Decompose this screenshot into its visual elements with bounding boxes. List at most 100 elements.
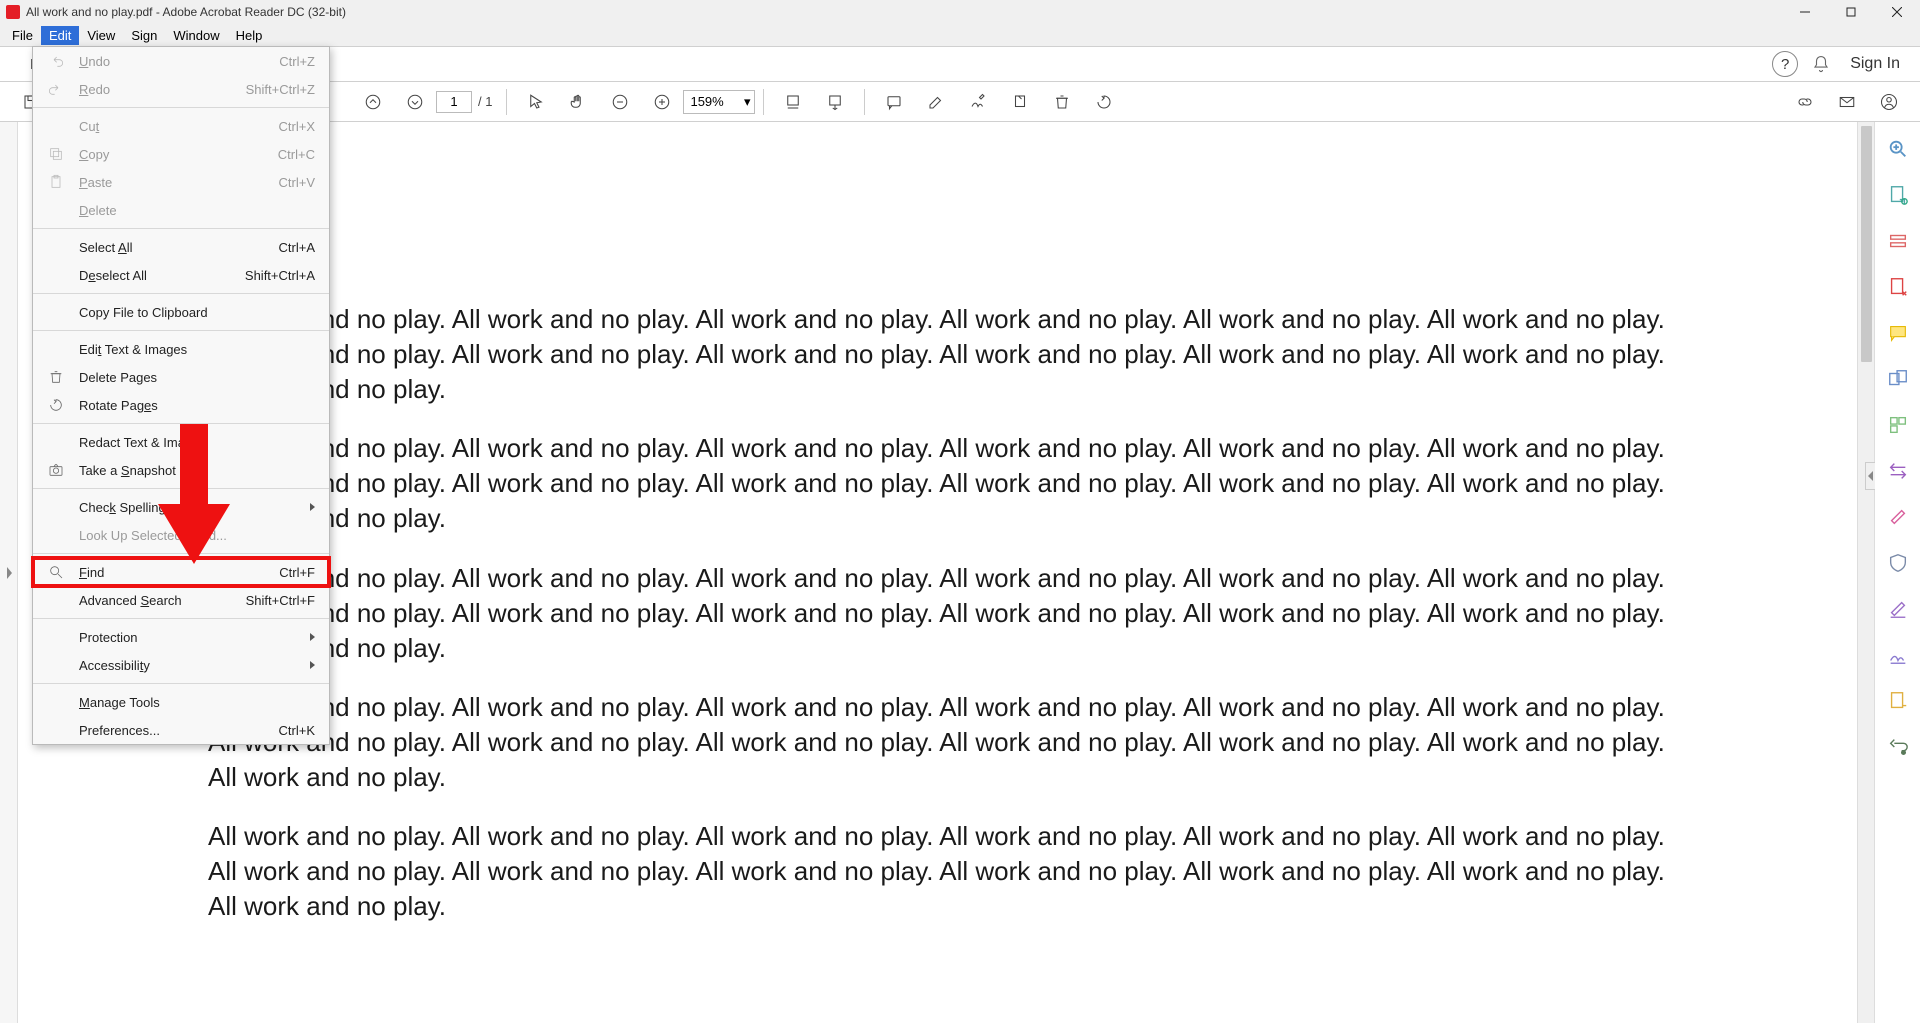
menu-item-shortcut: Ctrl+A — [279, 240, 315, 255]
fit-width-button[interactable] — [776, 85, 810, 119]
window-controls — [1782, 0, 1920, 24]
menu-item-advanced-search[interactable]: Advanced SearchShift+Ctrl+F — [33, 586, 329, 614]
delete-button[interactable] — [1045, 85, 1079, 119]
menu-item-check-spelling[interactable]: Check Spelling — [33, 493, 329, 521]
create-pdf-icon[interactable] — [1887, 276, 1909, 298]
menu-item-label: Redo — [79, 82, 110, 97]
menu-item-label: Delete — [79, 203, 117, 218]
menu-separator — [33, 107, 329, 108]
stamp-button[interactable] — [1003, 85, 1037, 119]
search-tool-icon[interactable] — [1887, 138, 1909, 160]
edit-pdf-icon[interactable] — [1887, 230, 1909, 252]
help-icon[interactable]: ? — [1772, 51, 1798, 77]
separator — [506, 89, 507, 115]
paste-icon — [47, 173, 65, 191]
menu-item-label: Paste — [79, 175, 112, 190]
menu-item-shortcut: Ctrl+F — [279, 565, 315, 580]
sign-button[interactable] — [961, 85, 995, 119]
send-for-signature-icon[interactable] — [1887, 644, 1909, 666]
menu-separator — [33, 330, 329, 331]
link-button[interactable] — [1788, 85, 1822, 119]
page-total-label: / 1 — [478, 94, 492, 109]
menu-help[interactable]: Help — [228, 26, 271, 45]
page-up-button[interactable] — [356, 85, 390, 119]
highlight-button[interactable] — [919, 85, 953, 119]
paragraph: All work and no play. All work and no pl… — [208, 431, 1667, 536]
menu-item-shortcut: Ctrl+K — [279, 723, 315, 738]
menu-item-label: Take a Snapshot — [79, 463, 176, 478]
page-number-input[interactable] — [436, 91, 472, 113]
menu-window[interactable]: Window — [165, 26, 227, 45]
selection-tool[interactable] — [519, 85, 553, 119]
zoom-in-button[interactable] — [645, 85, 679, 119]
paragraph: All work and no play. All work and no pl… — [208, 819, 1667, 924]
menu-file[interactable]: File — [4, 26, 41, 45]
maximize-button[interactable] — [1828, 0, 1874, 24]
account-button[interactable] — [1872, 85, 1906, 119]
search-icon — [47, 563, 65, 581]
paragraph: All work and no play. All work and no pl… — [208, 690, 1667, 795]
hand-tool[interactable] — [561, 85, 595, 119]
organize-pages-icon[interactable] — [1887, 414, 1909, 436]
menu-item-shortcut: Ctrl+Z — [279, 54, 315, 69]
notifications-icon[interactable] — [1810, 53, 1832, 75]
comment-button[interactable] — [877, 85, 911, 119]
menu-item-accessibility[interactable]: Accessibility — [33, 651, 329, 679]
menu-item-label: Copy File to Clipboard — [79, 305, 208, 320]
separator — [763, 89, 764, 115]
nav-panel-toggle[interactable] — [0, 122, 18, 1023]
redact-tool-icon[interactable] — [1887, 506, 1909, 528]
menu-item-shortcut: Ctrl+X — [279, 119, 315, 134]
menu-item-copy-file-to-clipboard[interactable]: Copy File to Clipboard — [33, 298, 329, 326]
menu-item-redo: RedoShift+Ctrl+Z — [33, 75, 329, 103]
menu-item-shortcut: Ctrl+V — [279, 175, 315, 190]
email-button[interactable] — [1830, 85, 1864, 119]
paragraph: All work and no play. All work and no pl… — [208, 302, 1667, 407]
fit-page-button[interactable] — [818, 85, 852, 119]
zoom-out-button[interactable] — [603, 85, 637, 119]
menu-separator — [33, 618, 329, 619]
menu-item-edit-text-images[interactable]: Edit Text & Images — [33, 335, 329, 363]
collapse-panel-button[interactable] — [1865, 462, 1875, 490]
menu-separator — [33, 228, 329, 229]
zoom-select[interactable]: 159%▾ — [683, 90, 755, 114]
menu-edit[interactable]: Edit — [41, 26, 79, 45]
menu-item-manage-tools[interactable]: Manage Tools — [33, 688, 329, 716]
minimize-button[interactable] — [1782, 0, 1828, 24]
vertical-scrollbar[interactable] — [1857, 122, 1874, 1023]
more-tools-icon[interactable] — [1887, 736, 1909, 758]
combine-files-icon[interactable] — [1887, 368, 1909, 390]
page-down-button[interactable] — [398, 85, 432, 119]
menu-item-label: Delete Pages — [79, 370, 157, 385]
menu-item-label: Accessibility — [79, 658, 150, 673]
menu-item-label: Undo — [79, 54, 110, 69]
comment-tool-icon[interactable] — [1887, 322, 1909, 344]
menu-item-label: Protection — [79, 630, 138, 645]
menu-item-redact-text-images[interactable]: Redact Text & Images — [33, 428, 329, 456]
menu-item-protection[interactable]: Protection — [33, 623, 329, 651]
close-button[interactable] — [1874, 0, 1920, 24]
menu-sign[interactable]: Sign — [123, 26, 165, 45]
convert-pdf-icon[interactable] — [1887, 690, 1909, 712]
export-pdf-icon[interactable] — [1887, 184, 1909, 206]
menu-item-preferences[interactable]: Preferences...Ctrl+K — [33, 716, 329, 744]
copy-icon — [47, 145, 65, 163]
menu-item-label: Copy — [79, 147, 109, 162]
menu-item-select-all[interactable]: Select AllCtrl+A — [33, 233, 329, 261]
menu-item-deselect-all[interactable]: Deselect AllShift+Ctrl+A — [33, 261, 329, 289]
fill-sign-icon[interactable] — [1887, 598, 1909, 620]
menu-item-shortcut: Shift+Ctrl+F — [246, 593, 315, 608]
menu-item-take-a-snapshot[interactable]: Take a Snapshot — [33, 456, 329, 484]
menu-item-find[interactable]: FindCtrl+F — [33, 558, 329, 586]
menu-view[interactable]: View — [79, 26, 123, 45]
menu-separator — [33, 553, 329, 554]
menu-item-rotate-pages[interactable]: Rotate Pages — [33, 391, 329, 419]
compress-pdf-icon[interactable] — [1887, 460, 1909, 482]
acrobat-app-icon — [6, 5, 20, 19]
signin-link[interactable]: Sign In — [1850, 55, 1900, 73]
menu-item-paste: Paste Ctrl+V — [33, 168, 329, 196]
menu-item-delete-pages[interactable]: Delete Pages — [33, 363, 329, 391]
protect-tool-icon[interactable] — [1887, 552, 1909, 574]
scrollbar-thumb[interactable] — [1861, 126, 1872, 362]
rotate-button[interactable] — [1087, 85, 1121, 119]
